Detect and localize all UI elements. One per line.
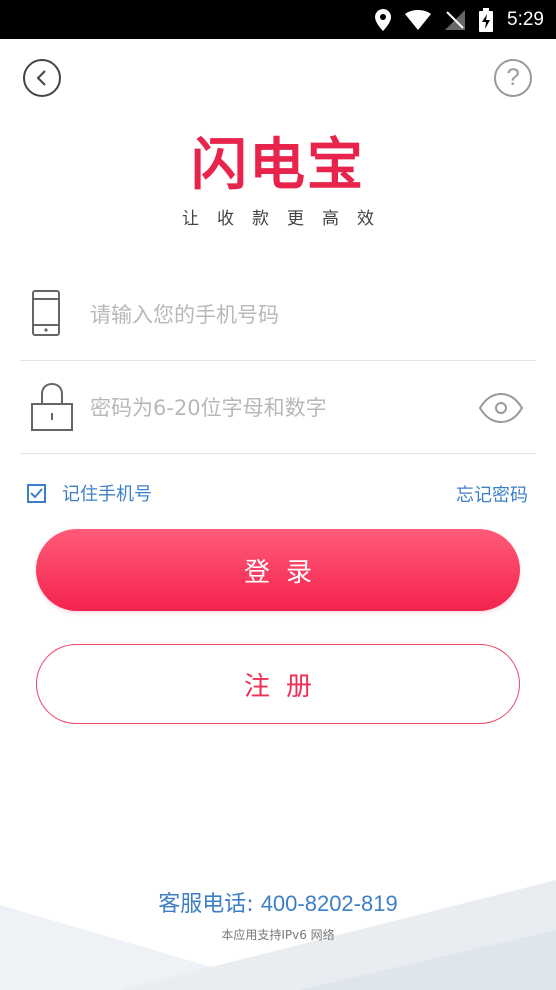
location-icon xyxy=(375,8,392,31)
status-bar: 5:29 xyxy=(0,0,556,39)
remember-checkbox[interactable] xyxy=(27,483,46,503)
register-button[interactable]: 注册 xyxy=(36,644,520,724)
phone-input[interactable] xyxy=(90,295,470,335)
customer-service-phone[interactable]: 客服电话: 400-8202-819 xyxy=(0,886,556,918)
password-field-row xyxy=(20,362,536,454)
wifi-icon xyxy=(405,9,432,30)
brand-logo: 闪电宝 xyxy=(191,133,365,198)
battery-charging-icon xyxy=(479,7,494,32)
login-button[interactable]: 登录 xyxy=(36,529,520,611)
remember-phone-toggle[interactable]: 记住手机号 xyxy=(27,480,152,506)
ipv6-note: 本应用支持IPv6 网络 xyxy=(221,928,335,942)
back-button[interactable] xyxy=(23,59,61,97)
signal-off-icon xyxy=(445,9,466,30)
service-label: 客服电话: xyxy=(158,892,261,917)
check-icon xyxy=(30,487,43,498)
help-icon: ? xyxy=(506,64,520,91)
forgot-password-link[interactable]: 忘记密码 xyxy=(456,481,528,507)
service-number: 400-8202-819 xyxy=(260,891,398,916)
status-time: 5:29 xyxy=(507,8,544,30)
phone-icon xyxy=(32,290,60,336)
password-input[interactable] xyxy=(90,388,470,428)
eye-icon[interactable] xyxy=(478,388,524,428)
phone-field-row xyxy=(20,269,536,361)
help-button[interactable]: ? xyxy=(494,59,532,97)
remember-label: 记住手机号 xyxy=(62,484,152,505)
brand-slogan: 让收款更高效 xyxy=(182,209,392,229)
chevron-left-icon xyxy=(36,70,46,86)
lock-icon xyxy=(31,382,73,431)
